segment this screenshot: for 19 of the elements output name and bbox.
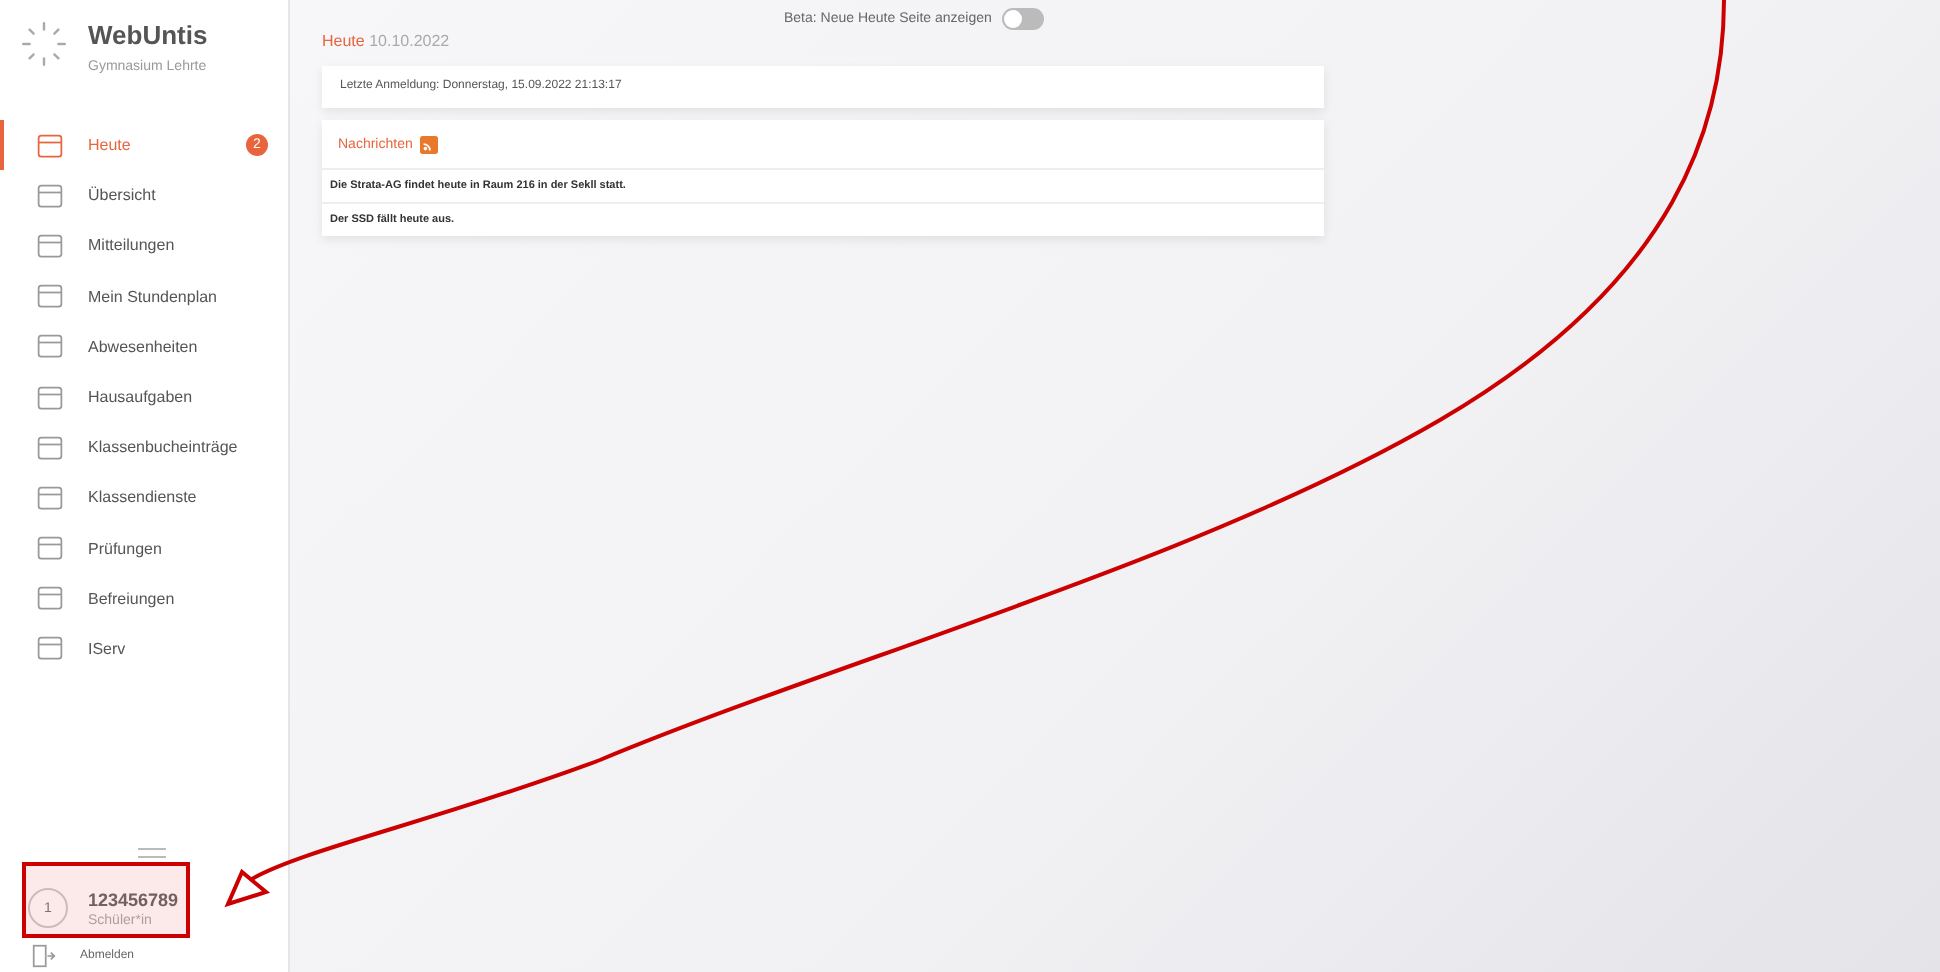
- nav-item[interactable]: IServ: [0, 623, 288, 675]
- drag-handle-icon[interactable]: [138, 848, 166, 858]
- logout-icon: [32, 944, 56, 968]
- app-name: WebUntis: [88, 20, 208, 50]
- page-date: 10.10.2022: [369, 32, 450, 50]
- nav-item[interactable]: Abwesenheiten: [0, 321, 288, 372]
- nav-item[interactable]: Klassendienste: [0, 472, 288, 523]
- feed-icon[interactable]: [420, 135, 439, 153]
- nav-item[interactable]: Übersicht: [0, 170, 288, 221]
- page-title: Heute: [322, 32, 365, 50]
- nav-item[interactable]: Hausaufgaben: [0, 371, 288, 423]
- nav-item[interactable]: Prüfungen: [0, 523, 288, 574]
- nav-item[interactable]: Mitteilungen: [0, 220, 288, 272]
- toggle-switch[interactable]: [1001, 7, 1044, 29]
- nav-item[interactable]: Klassenbucheinträge: [0, 422, 288, 473]
- user-id: 123456789: [88, 889, 179, 909]
- nav-item[interactable]: Mein Stundenplan: [0, 271, 288, 322]
- nav-item[interactable]: Befreiungen: [0, 573, 288, 624]
- spinner-logo-icon: [20, 20, 68, 68]
